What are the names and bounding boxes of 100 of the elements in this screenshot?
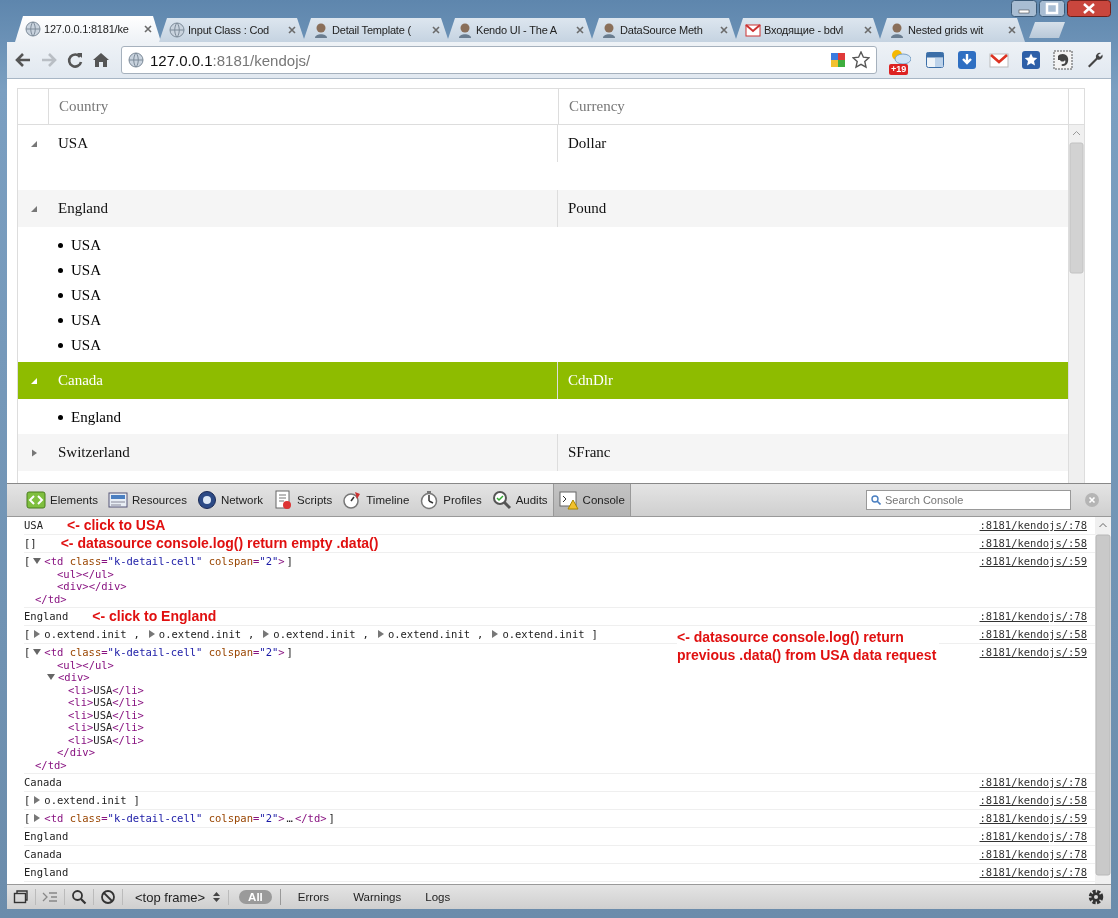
list-item: USA <box>71 337 101 354</box>
separator: , <box>248 628 255 641</box>
grid-row[interactable]: USA Dollar <box>18 125 1068 162</box>
list-item: England <box>71 409 121 426</box>
tab-title: Входящие - bdvl <box>764 24 845 36</box>
separator: , <box>133 628 140 641</box>
source-link[interactable]: :8181/kendojs/:58 <box>979 537 1087 550</box>
table-cell-text: Switzerland <box>57 443 131 462</box>
log-text: England <box>24 610 69 623</box>
panel-tab[interactable]: Elements <box>21 484 103 516</box>
browser-tab[interactable]: Nested grids wit <box>879 18 1025 42</box>
log-text: [] <box>24 537 37 550</box>
markup-text: <td class="k-detail-cell" colspan="2"> <box>44 812 285 825</box>
table-cell: Dollar <box>557 125 1067 162</box>
markup-text: <li>USA</li> <box>68 696 144 709</box>
log-text: Canada <box>24 776 62 789</box>
source-link[interactable]: :8181/kendojs/:78 <box>979 866 1087 879</box>
log-text: England <box>24 866 69 879</box>
separator: , <box>362 628 369 641</box>
column-header[interactable]: Country <box>49 89 558 124</box>
tab-title: 127.0.0.1:8181/ke <box>44 23 130 35</box>
source-link[interactable]: :8181/kendojs/:59 <box>979 812 1087 825</box>
source-link[interactable]: :8181/kendojs/:59 <box>979 646 1087 659</box>
url-host: 127.0.0.1 <box>150 51 213 69</box>
source-link[interactable]: :8181/kendojs/:78 <box>979 848 1087 861</box>
markup-text: </td> <box>35 592 67 605</box>
object-text: o.extend.init <box>273 628 356 641</box>
panel-tab[interactable]: Resources <box>102 484 192 516</box>
array-bracket: ] <box>591 628 598 641</box>
array-bracket: ] <box>286 555 293 568</box>
table-cell-text: Canada <box>57 371 104 390</box>
tab-title: Detail Template ( <box>332 24 412 36</box>
tab-title: Nested grids wit <box>908 24 985 36</box>
ellipsis: … <box>286 812 293 825</box>
array-bracket: ] <box>286 646 293 659</box>
object-text: o.extend.init <box>44 794 127 807</box>
panel-tab[interactable]: Profiles <box>414 484 487 516</box>
source-link[interactable]: :8181/kendojs/:78 <box>979 830 1087 843</box>
column-header[interactable]: Currency <box>558 89 1068 124</box>
array-bracket: [ <box>24 555 31 568</box>
object-text: o.extend.init <box>502 628 585 641</box>
frame-select[interactable]: <top frame> <box>123 889 230 905</box>
list-item: USA <box>71 237 101 254</box>
markup-text: <div> <box>58 671 90 684</box>
markup-text: <ul></ul> <box>57 658 114 671</box>
search-field[interactable]: Search Console <box>866 490 1071 510</box>
log-text: USA <box>24 519 43 532</box>
markup-text: <td class="k-detail-cell" colspan="2"> <box>44 555 285 568</box>
filter-button[interactable]: Warnings <box>344 890 411 904</box>
array-bracket: [ <box>24 794 31 807</box>
source-link[interactable]: :8181/kendojs/:58 <box>979 628 1087 641</box>
annotation: <- datasource console.log() return previous .data() from USA data request <box>677 628 939 664</box>
source-link[interactable]: :8181/kendojs/:59 <box>979 555 1087 568</box>
grid-row[interactable]: England Pound <box>18 190 1068 227</box>
markup-text: <td class="k-detail-cell" colspan="2"> <box>44 646 285 659</box>
annotation: <- click to USA <box>66 519 166 532</box>
browser-tab[interactable]: 127.0.0.1:8181/ke <box>15 16 161 42</box>
browser-tab[interactable]: Input Class : Cod <box>159 18 305 42</box>
table-cell: SFranc <box>557 434 1067 471</box>
source-link[interactable]: :8181/kendojs/:78 <box>979 519 1087 532</box>
separator: , <box>477 628 484 641</box>
object-text: o.extend.init <box>158 628 242 641</box>
browser-tab[interactable]: Detail Template ( <box>303 18 449 42</box>
markup-text: </td> <box>294 812 327 825</box>
list-item: USA <box>71 262 101 279</box>
markup-text: <li>USA</li> <box>68 721 144 734</box>
markup-text: </td> <box>35 758 67 771</box>
source-link[interactable]: :8181/kendojs/:78 <box>979 776 1087 789</box>
markup-text: </div> <box>57 746 95 759</box>
table-cell-text: England <box>57 199 109 218</box>
count-badge: +19 <box>889 64 909 75</box>
object-text: o.extend.init <box>44 628 127 641</box>
browser-tab[interactable]: Kendo UI - The A <box>447 18 593 42</box>
panel-tab[interactable]: Console <box>552 484 631 516</box>
array-bracket: [ <box>24 646 31 659</box>
markup-text: <li>USA</li> <box>68 708 144 721</box>
panel-tab[interactable]: Network <box>191 484 269 516</box>
object-text: o.extend.init <box>387 628 471 641</box>
tab-title: Input Class : Cod <box>188 24 270 36</box>
url-path: :8181/kendojs/ <box>212 51 311 69</box>
grid-row[interactable]: Switzerland SFranc <box>18 434 1068 471</box>
address-field[interactable]: 127.0.0.1:8181/kendojs/ <box>121 46 877 74</box>
array-bracket: ] <box>328 812 335 825</box>
filter-button[interactable]: Logs <box>416 890 460 904</box>
source-link[interactable]: :8181/kendojs/:58 <box>979 794 1087 807</box>
panel-tab[interactable]: Scripts <box>268 484 338 516</box>
filter-button[interactable]: Errors <box>288 890 339 904</box>
source-link[interactable]: :8181/kendojs/:78 <box>979 610 1087 623</box>
table-cell-text: USA <box>57 134 89 153</box>
browser-tab[interactable]: DataSource Meth <box>591 18 737 42</box>
markup-text: <li>USA</li> <box>68 683 144 696</box>
browser-tab[interactable]: Входящие - bdvl <box>735 18 881 42</box>
list-item: USA <box>71 312 101 329</box>
array-bracket: ] <box>133 794 140 807</box>
array-bracket: [ <box>24 812 31 825</box>
table-cell: CdnDlr <box>557 362 1067 399</box>
markup-text: <div></div> <box>57 580 127 593</box>
panel-tab[interactable]: Timeline <box>337 484 415 516</box>
panel-tab[interactable]: Audits <box>486 484 553 516</box>
tab-title: Kendo UI - The A <box>476 24 558 36</box>
